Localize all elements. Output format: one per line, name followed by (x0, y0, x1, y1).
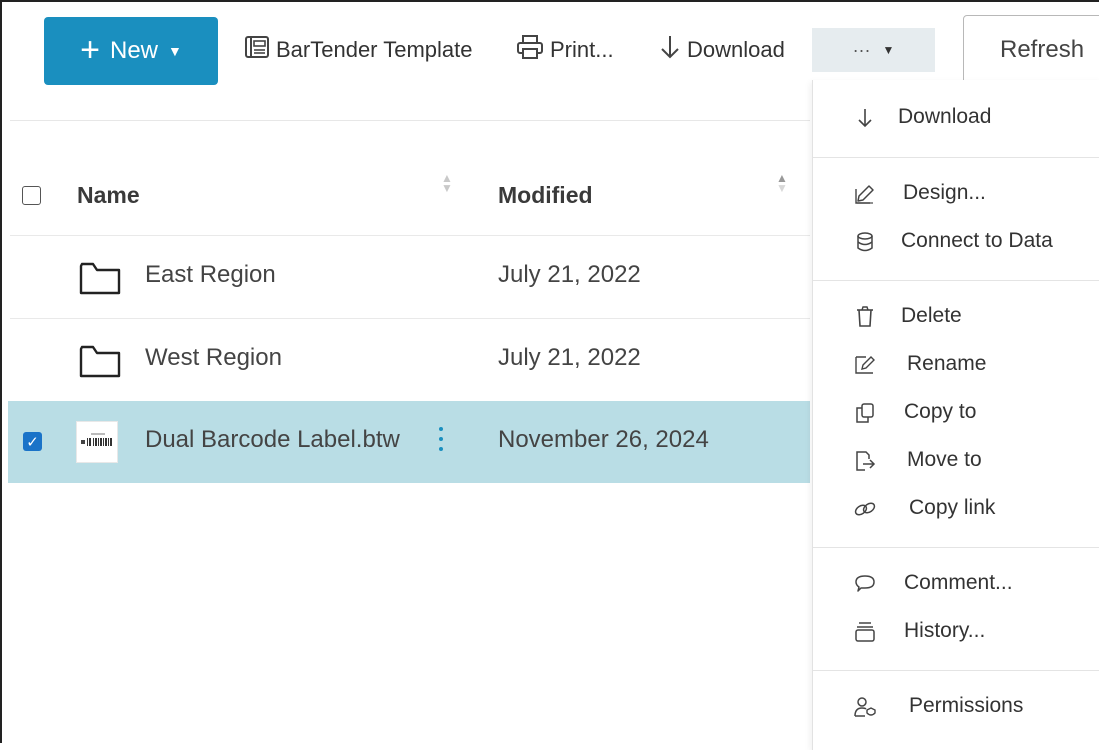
rename-icon (853, 353, 877, 377)
arrow-down-icon (853, 106, 877, 130)
link-icon (853, 497, 877, 521)
table-row-selected[interactable]: ✓ Dual Barcode Label.btw November 26, 20… (8, 401, 810, 483)
menu-item-move-to[interactable]: Move to (813, 439, 1099, 483)
trash-icon (853, 305, 877, 329)
refresh-button[interactable]: Refresh (963, 15, 1099, 85)
menu-separator (813, 280, 1099, 281)
database-icon (853, 230, 877, 254)
permissions-icon (853, 695, 877, 719)
menu-item-delete[interactable]: Delete (813, 295, 1099, 339)
sort-icon[interactable]: ▲ ▼ (441, 172, 453, 194)
menu-separator (813, 157, 1099, 158)
menu-item-history[interactable]: History... (813, 610, 1099, 654)
menu-item-label: Permissions (909, 694, 1024, 717)
sort-ascending-icon[interactable]: ▲ ▼ (776, 172, 788, 194)
row-name: Dual Barcode Label.btw (145, 426, 400, 453)
column-header-name[interactable]: Name (77, 182, 140, 209)
comment-icon (853, 572, 877, 596)
menu-item-label: Delete (901, 304, 962, 327)
menu-separator (813, 547, 1099, 548)
menu-item-copy-to[interactable]: Copy to (813, 391, 1099, 435)
folder-icon (78, 343, 122, 384)
plus-icon: + (80, 30, 100, 69)
row-modified: November 26, 2024 (498, 426, 709, 453)
menu-item-copy-link[interactable]: Copy link (813, 487, 1099, 531)
menu-item-label: Move to (907, 448, 982, 471)
table-row[interactable]: East Region July 21, 2022 (8, 236, 810, 318)
more-actions-menu: Download Design... Connect to Data Delet… (812, 80, 1099, 750)
download-button[interactable]: Download (659, 30, 785, 70)
printer-icon (516, 34, 544, 66)
menu-item-label: Download (898, 105, 992, 128)
copy-icon (853, 401, 877, 425)
toolbar-divider (10, 120, 810, 121)
bartender-template-button[interactable]: BarTender Template (244, 30, 473, 70)
template-icon (244, 35, 270, 65)
print-button[interactable]: Print... (516, 30, 614, 70)
refresh-label: Refresh (1000, 36, 1085, 63)
menu-item-comment[interactable]: Comment... (813, 562, 1099, 606)
menu-item-label: Connect to Data (901, 229, 1053, 252)
menu-item-label: Rename (907, 352, 987, 375)
menu-item-permissions[interactable]: Permissions (813, 685, 1099, 729)
download-label: Download (687, 37, 785, 62)
new-button[interactable]: + New ▼ (44, 17, 218, 85)
column-header-modified[interactable]: Modified (498, 182, 593, 209)
menu-item-download[interactable]: Download (813, 96, 1099, 140)
label-thumbnail-icon (76, 421, 118, 463)
menu-separator (813, 670, 1099, 671)
arrow-down-icon (659, 34, 681, 66)
print-label: Print... (550, 37, 614, 62)
history-icon (853, 620, 877, 644)
caret-down-icon: ▼ (882, 43, 895, 57)
menu-item-label: Copy link (909, 496, 996, 519)
bartender-template-label: BarTender Template (276, 37, 473, 62)
menu-item-label: Copy to (904, 400, 977, 423)
menu-item-label: History... (904, 619, 986, 642)
more-actions-button[interactable]: ··· ▼ (812, 28, 935, 72)
select-all-checkbox[interactable] (22, 186, 41, 205)
row-modified: July 21, 2022 (498, 261, 641, 288)
menu-item-design[interactable]: Design... (813, 172, 1099, 216)
new-button-label: New (109, 37, 158, 64)
menu-item-rename[interactable]: Rename (813, 343, 1099, 387)
row-name: West Region (145, 344, 282, 371)
table-row[interactable]: West Region July 21, 2022 (8, 319, 810, 401)
move-icon (853, 449, 877, 473)
menu-item-label: Design... (903, 181, 986, 204)
pencil-icon (853, 182, 877, 206)
row-checkbox-checked[interactable]: ✓ (23, 432, 42, 451)
menu-item-label: Comment... (904, 571, 1013, 594)
ellipsis-icon: ··· (852, 39, 871, 60)
menu-item-connect-to-data[interactable]: Connect to Data (813, 220, 1099, 264)
row-modified: July 21, 2022 (498, 344, 641, 371)
row-name: East Region (145, 261, 276, 288)
caret-down-icon: ▼ (168, 43, 182, 59)
table-header: Name ▲ ▼ Modified ▲ ▼ (0, 155, 810, 235)
folder-icon (78, 260, 122, 301)
row-actions-kebab-icon[interactable] (439, 427, 445, 457)
